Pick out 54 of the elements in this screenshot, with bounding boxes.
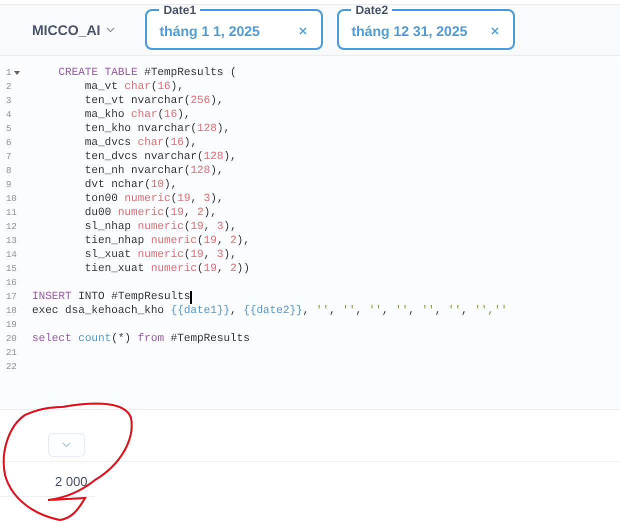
database-name[interactable]: MICCO_AI [32,22,100,38]
code-line: ma_dvcs char(16), [84,137,198,149]
code-line: ten_dvcs nvarchar(128), [84,151,237,163]
line-number: 5 [6,124,12,134]
close-icon[interactable] [491,27,500,35]
line-number: 2 [6,82,12,92]
line-number: 16 [6,278,17,288]
line-number: 3 [6,96,12,106]
line-number: 18 [6,306,17,316]
fold-caret-icon[interactable] [14,71,20,75]
code-line: ten_vt nvarchar(256), [84,95,224,107]
line-number: 22 [6,362,17,372]
line-number: 6 [6,138,12,148]
line-number: 11 [6,208,17,218]
line-number: 4 [6,110,12,120]
result-value: 2 000 [55,474,88,489]
code-line: select count(*) from #TempResults [32,333,250,345]
code-line: exec dsa_kehoach_kho {{date1}}, {{date2}}, '', '', '', '', '', '', '','' [32,305,508,317]
line-number: 7 [6,152,12,162]
chevron-down-icon[interactable] [106,27,116,33]
filter-label: Date2 [354,2,390,16]
code-line: ton00 numeric(19, 3), [84,193,224,205]
line-number: 13 [6,236,17,246]
code-editor[interactable] [0,56,620,410]
code-line: INSERT INTO #TempResults [32,290,192,304]
line-number: 12 [6,222,17,232]
code-line: tien_nhap numeric(19, 2), [84,235,250,247]
code-line: ma_kho char(16), [84,109,190,121]
line-number: 21 [6,348,17,358]
code-line: ten_nh nvarchar(128), [84,165,224,177]
code-line: sl_xuat numeric(19, 3), [84,249,237,261]
code-line: ten_kho nvarchar(128), [84,123,230,135]
date-filter[interactable]: Date1 tháng 1 1, 2025 [145,2,324,50]
code-line: sl_nhap numeric(19, 3), [84,221,237,233]
code-line: dvt nchar(10), [84,179,178,191]
date-filter[interactable]: Date2 tháng 12 31, 2025 [337,2,516,50]
filter-value: tháng 12 31, 2025 [351,23,468,39]
code-line: du00 numeric(19, 2), [84,207,217,219]
filter-label: Date1 [162,2,198,16]
line-number: 9 [6,180,12,190]
line-number: 10 [6,194,17,204]
line-number: 19 [6,320,17,330]
chevron-down-icon [62,442,71,448]
code-line: tien_xuat numeric(19, 2)) [84,263,250,275]
line-number: 20 [6,334,17,344]
line-number: 17 [6,292,17,302]
line-number: 15 [6,264,17,274]
filter-value: tháng 1 1, 2025 [159,23,260,39]
code-line: ma_vt char(16), [84,81,184,93]
line-number: 1 [6,68,12,78]
code-line: CREATE TABLE #TempResults ( [57,67,237,79]
line-number: 14 [6,250,17,260]
close-icon[interactable] [299,27,308,35]
line-number: 8 [6,166,12,176]
